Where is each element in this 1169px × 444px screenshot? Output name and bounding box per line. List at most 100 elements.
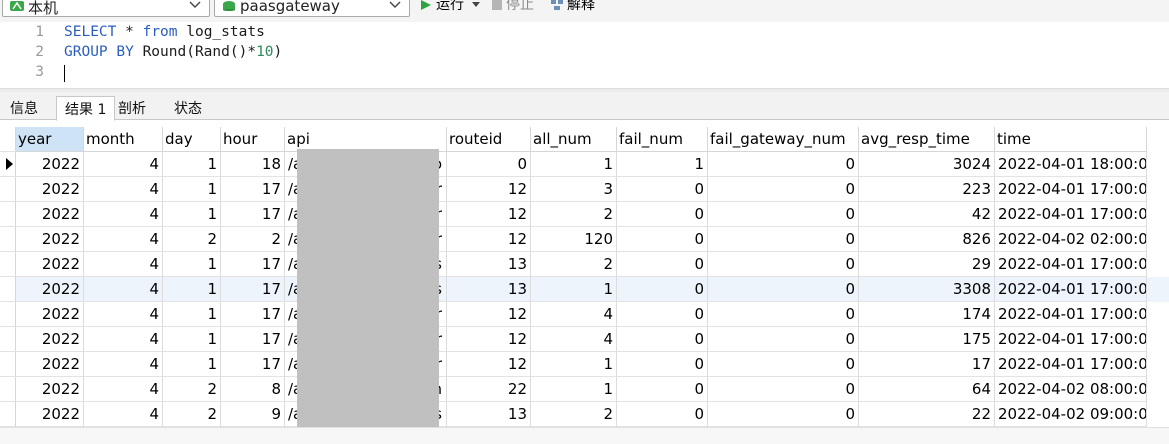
connection-select[interactable]: 本机 bbox=[2, 0, 210, 17]
cell-avg-resp-time[interactable]: 3024 bbox=[859, 152, 995, 177]
cell-all-num[interactable]: 1 bbox=[531, 377, 617, 402]
cell-fail-gateway-num[interactable]: 0 bbox=[708, 152, 859, 177]
cell-fail-num[interactable]: 0 bbox=[617, 377, 708, 402]
cell-month[interactable]: 4 bbox=[84, 377, 163, 402]
cell-year[interactable]: 2022 bbox=[16, 377, 84, 402]
cell-month[interactable]: 4 bbox=[84, 177, 163, 202]
table-row[interactable]: 2022428/an22100642022-04-02 08:00:00 bbox=[16, 377, 1169, 402]
row-selector[interactable] bbox=[0, 202, 16, 227]
cell-hour[interactable]: 2 bbox=[221, 227, 285, 252]
row-selector[interactable] bbox=[0, 252, 16, 277]
cell-day[interactable]: 1 bbox=[163, 352, 221, 377]
cell-fail-gateway-num[interactable]: 0 bbox=[708, 227, 859, 252]
cell-year[interactable]: 2022 bbox=[16, 252, 84, 277]
result-grid[interactable]: year month day hour api routeid all_num fail_nu… bbox=[0, 127, 1169, 427]
caret-down-icon[interactable] bbox=[472, 2, 481, 8]
cell-routeid[interactable]: 12 bbox=[447, 202, 531, 227]
cell-hour[interactable]: 8 bbox=[221, 377, 285, 402]
cell-month[interactable]: 4 bbox=[84, 252, 163, 277]
cell-routeid[interactable]: 12 bbox=[447, 302, 531, 327]
column-header-avg-resp-time[interactable]: avg_resp_time bbox=[859, 127, 995, 152]
cell-time[interactable]: 2022-04-02 02:00:00 bbox=[995, 227, 1147, 252]
cell-day[interactable]: 1 bbox=[163, 302, 221, 327]
cell-avg-resp-time[interactable]: 22 bbox=[859, 402, 995, 427]
database-select[interactable]: paasgateway bbox=[214, 0, 410, 17]
row-selector[interactable] bbox=[0, 352, 16, 377]
sql-editor[interactable]: 1 SELECT * from log_stats 2 GROUP BY Round(… bbox=[0, 22, 1169, 88]
cell-year[interactable]: 2022 bbox=[16, 327, 84, 352]
cell-avg-resp-time[interactable]: 826 bbox=[859, 227, 995, 252]
row-selector[interactable] bbox=[0, 227, 16, 252]
table-row[interactable]: 20224117/aer124001742022-04-01 17:00:00 bbox=[16, 302, 1169, 327]
cell-routeid[interactable]: 12 bbox=[447, 177, 531, 202]
cell-time[interactable]: 2022-04-01 17:00:00 bbox=[995, 177, 1147, 202]
tab-info[interactable]: 信息 bbox=[2, 96, 46, 120]
cell-hour[interactable]: 17 bbox=[221, 252, 285, 277]
table-row[interactable]: 20224117/aer123002232022-04-01 17:00:00 bbox=[16, 177, 1169, 202]
cell-all-num[interactable]: 1 bbox=[531, 152, 617, 177]
cell-fail-num[interactable]: 1 bbox=[617, 152, 708, 177]
cell-avg-resp-time[interactable]: 42 bbox=[859, 202, 995, 227]
table-row[interactable]: 20224117/aer124001752022-04-01 17:00:00 bbox=[16, 327, 1169, 352]
cell-routeid[interactable]: 22 bbox=[447, 377, 531, 402]
cell-year[interactable]: 2022 bbox=[16, 152, 84, 177]
cell-all-num[interactable]: 3 bbox=[531, 177, 617, 202]
cell-fail-num[interactable]: 0 bbox=[617, 302, 708, 327]
cell-month[interactable]: 4 bbox=[84, 402, 163, 427]
row-selector[interactable] bbox=[0, 402, 16, 427]
cell-day[interactable]: 1 bbox=[163, 177, 221, 202]
cell-avg-resp-time[interactable]: 17 bbox=[859, 352, 995, 377]
cell-year[interactable]: 2022 bbox=[16, 352, 84, 377]
cell-fail-gateway-num[interactable]: 0 bbox=[708, 252, 859, 277]
column-header-hour[interactable]: hour bbox=[221, 127, 285, 152]
cell-year[interactable]: 2022 bbox=[16, 277, 84, 302]
cell-time[interactable]: 2022-04-01 17:00:00 bbox=[995, 327, 1147, 352]
cell-routeid[interactable]: 12 bbox=[447, 352, 531, 377]
cell-fail-gateway-num[interactable]: 0 bbox=[708, 402, 859, 427]
cell-routeid[interactable]: 12 bbox=[447, 227, 531, 252]
table-row[interactable]: 20224117/aer12200422022-04-01 17:00:00 bbox=[16, 202, 1169, 227]
cell-year[interactable]: 2022 bbox=[16, 202, 84, 227]
row-selector[interactable] bbox=[0, 277, 16, 302]
column-header-routeid[interactable]: routeid bbox=[447, 127, 531, 152]
cell-avg-resp-time[interactable]: 175 bbox=[859, 327, 995, 352]
row-selector[interactable] bbox=[0, 302, 16, 327]
run-button[interactable]: 运行 bbox=[420, 0, 481, 14]
cell-day[interactable]: 1 bbox=[163, 327, 221, 352]
cell-avg-resp-time[interactable]: 3308 bbox=[859, 277, 995, 302]
cell-avg-resp-time[interactable]: 174 bbox=[859, 302, 995, 327]
cell-routeid[interactable]: 13 bbox=[447, 252, 531, 277]
cell-all-num[interactable]: 2 bbox=[531, 402, 617, 427]
cell-fail-gateway-num[interactable]: 0 bbox=[708, 327, 859, 352]
cell-avg-resp-time[interactable]: 223 bbox=[859, 177, 995, 202]
tab-result-1[interactable]: 结果 1 bbox=[56, 96, 116, 121]
cell-routeid[interactable]: 0 bbox=[447, 152, 531, 177]
cell-fail-gateway-num[interactable]: 0 bbox=[708, 277, 859, 302]
cell-time[interactable]: 2022-04-02 08:00:00 bbox=[995, 377, 1147, 402]
cell-day[interactable]: 1 bbox=[163, 277, 221, 302]
cell-routeid[interactable]: 12 bbox=[447, 327, 531, 352]
table-row[interactable]: 2022429/as13200222022-04-02 09:00:00 bbox=[16, 402, 1169, 427]
cell-year[interactable]: 2022 bbox=[16, 302, 84, 327]
cell-avg-resp-time[interactable]: 29 bbox=[859, 252, 995, 277]
cell-all-num[interactable]: 2 bbox=[531, 252, 617, 277]
cell-all-num[interactable]: 2 bbox=[531, 202, 617, 227]
cell-all-num[interactable]: 1 bbox=[531, 277, 617, 302]
cell-hour[interactable]: 17 bbox=[221, 302, 285, 327]
cell-avg-resp-time[interactable]: 64 bbox=[859, 377, 995, 402]
column-header-time[interactable]: time bbox=[995, 127, 1147, 152]
column-header-all-num[interactable]: all_num bbox=[531, 127, 617, 152]
row-selector[interactable] bbox=[0, 327, 16, 352]
cell-year[interactable]: 2022 bbox=[16, 402, 84, 427]
row-selector[interactable] bbox=[0, 177, 16, 202]
cell-month[interactable]: 4 bbox=[84, 227, 163, 252]
cell-time[interactable]: 2022-04-02 09:00:00 bbox=[995, 402, 1147, 427]
cell-all-num[interactable]: 1 bbox=[531, 352, 617, 377]
cell-month[interactable]: 4 bbox=[84, 302, 163, 327]
cell-day[interactable]: 1 bbox=[163, 202, 221, 227]
cell-hour[interactable]: 17 bbox=[221, 202, 285, 227]
column-header-year[interactable]: year bbox=[16, 127, 84, 152]
row-selector[interactable] bbox=[0, 377, 16, 402]
cell-hour[interactable]: 18 bbox=[221, 152, 285, 177]
cell-fail-num[interactable]: 0 bbox=[617, 177, 708, 202]
